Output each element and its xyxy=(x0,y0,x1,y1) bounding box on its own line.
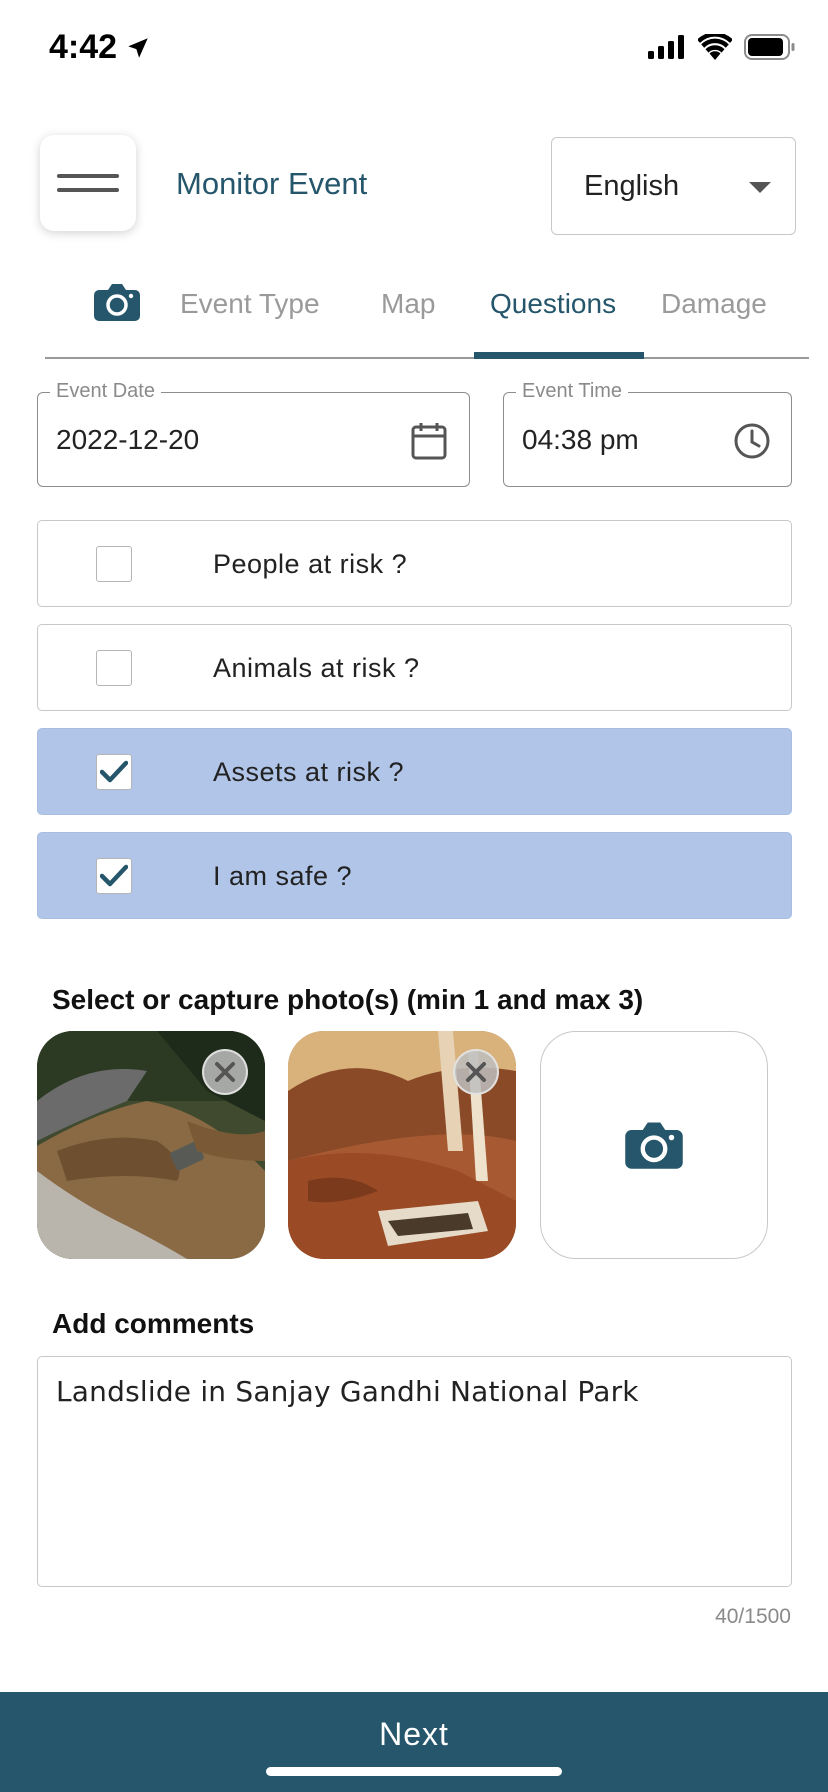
cellular-signal-icon xyxy=(648,35,684,59)
close-icon xyxy=(466,1062,486,1082)
tab-camera[interactable] xyxy=(93,282,141,327)
language-select-value: English xyxy=(584,169,680,202)
battery-icon xyxy=(744,34,795,60)
menu-button[interactable] xyxy=(40,135,136,231)
status-time-text: 4:42 xyxy=(49,28,118,66)
question-label: I am safe ? xyxy=(213,861,353,891)
checkbox-i-am-safe[interactable] xyxy=(96,858,132,894)
event-date-label: Event Date xyxy=(50,380,161,403)
event-time-value: 04:38 pm xyxy=(522,424,639,455)
next-button-label: Next xyxy=(379,1716,449,1752)
clock-icon xyxy=(734,423,770,459)
character-counter: 40/1500 xyxy=(715,1605,791,1628)
event-time-field[interactable]: Event Time 04:38 pm xyxy=(503,380,792,487)
tab-questions[interactable]: Questions xyxy=(490,288,616,320)
status-indicators xyxy=(648,34,796,60)
question-row-animals-at-risk[interactable]: Animals at risk ? xyxy=(37,624,792,711)
checkbox-assets-at-risk[interactable] xyxy=(96,754,132,790)
checkmark-icon xyxy=(100,864,128,887)
question-label: People at risk ? xyxy=(213,549,408,579)
active-tab-indicator xyxy=(474,352,644,359)
comments-textarea[interactable]: Landslide in Sanjay Gandhi National Park xyxy=(37,1356,792,1587)
checkmark-icon xyxy=(100,760,128,783)
checkbox-animals-at-risk[interactable] xyxy=(96,650,132,686)
tab-map[interactable]: Map xyxy=(381,288,435,320)
home-indicator xyxy=(266,1767,562,1776)
calendar-icon xyxy=(411,423,447,460)
caret-down-icon xyxy=(749,182,771,193)
wifi-icon xyxy=(698,34,732,60)
question-row-i-am-safe[interactable]: I am safe ? xyxy=(37,832,792,919)
remove-photo-1-button[interactable] xyxy=(202,1049,248,1095)
camera-icon xyxy=(625,1122,683,1169)
event-time-label: Event Time xyxy=(516,380,629,403)
page-title: Monitor Event xyxy=(176,166,368,201)
remove-photo-2-button[interactable] xyxy=(453,1049,499,1095)
tab-damage[interactable]: Damage xyxy=(661,288,767,320)
next-button[interactable]: Next xyxy=(0,1692,828,1792)
camera-icon xyxy=(94,284,140,321)
language-select[interactable]: English xyxy=(551,137,796,235)
question-row-assets-at-risk[interactable]: Assets at risk ? xyxy=(37,728,792,815)
question-label: Assets at risk ? xyxy=(213,757,405,787)
add-photo-button[interactable] xyxy=(540,1031,768,1259)
close-icon xyxy=(215,1062,235,1082)
photo-thumbnail-2[interactable] xyxy=(288,1031,516,1259)
tab-bar: Event Type Map Questions Damage xyxy=(45,262,809,359)
event-date-value: 2022-12-20 xyxy=(56,424,200,455)
location-arrow-icon xyxy=(128,37,148,58)
photos-section-title: Select or capture photo(s) (min 1 and ma… xyxy=(52,984,644,1015)
event-date-field[interactable]: Event Date 2022-12-20 xyxy=(37,380,470,487)
menu-icon-line xyxy=(57,188,119,192)
question-row-people-at-risk[interactable]: People at risk ? xyxy=(37,520,792,607)
question-label: Animals at risk ? xyxy=(213,653,420,683)
comments-section-title: Add comments xyxy=(52,1308,255,1339)
menu-icon xyxy=(57,174,119,178)
status-time: 4:42 xyxy=(49,28,151,67)
checkbox-people-at-risk[interactable] xyxy=(96,546,132,582)
tab-event-type[interactable]: Event Type xyxy=(180,288,320,320)
photo-thumbnail-1[interactable] xyxy=(37,1031,265,1259)
status-bar: 4:42 xyxy=(0,0,828,100)
